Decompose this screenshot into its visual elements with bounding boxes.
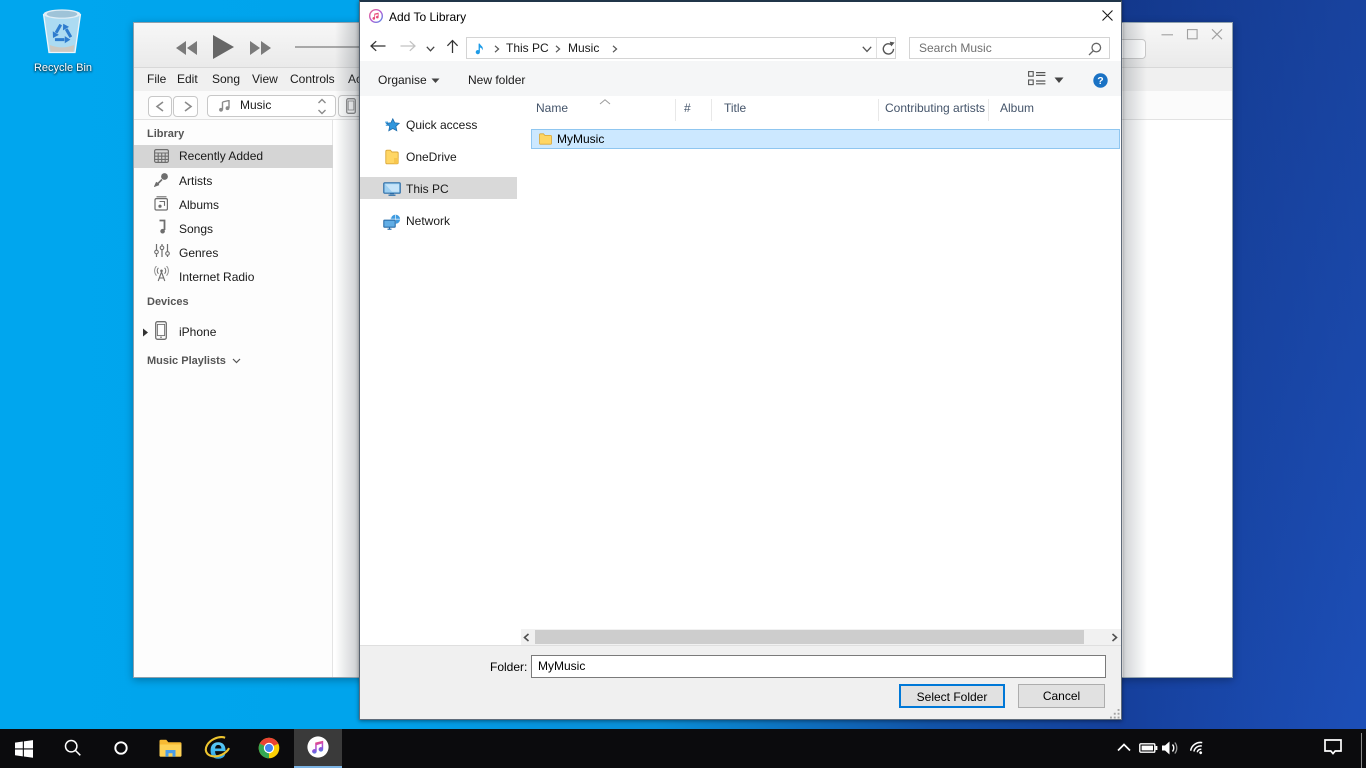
svg-text:?: ?: [1097, 75, 1103, 87]
